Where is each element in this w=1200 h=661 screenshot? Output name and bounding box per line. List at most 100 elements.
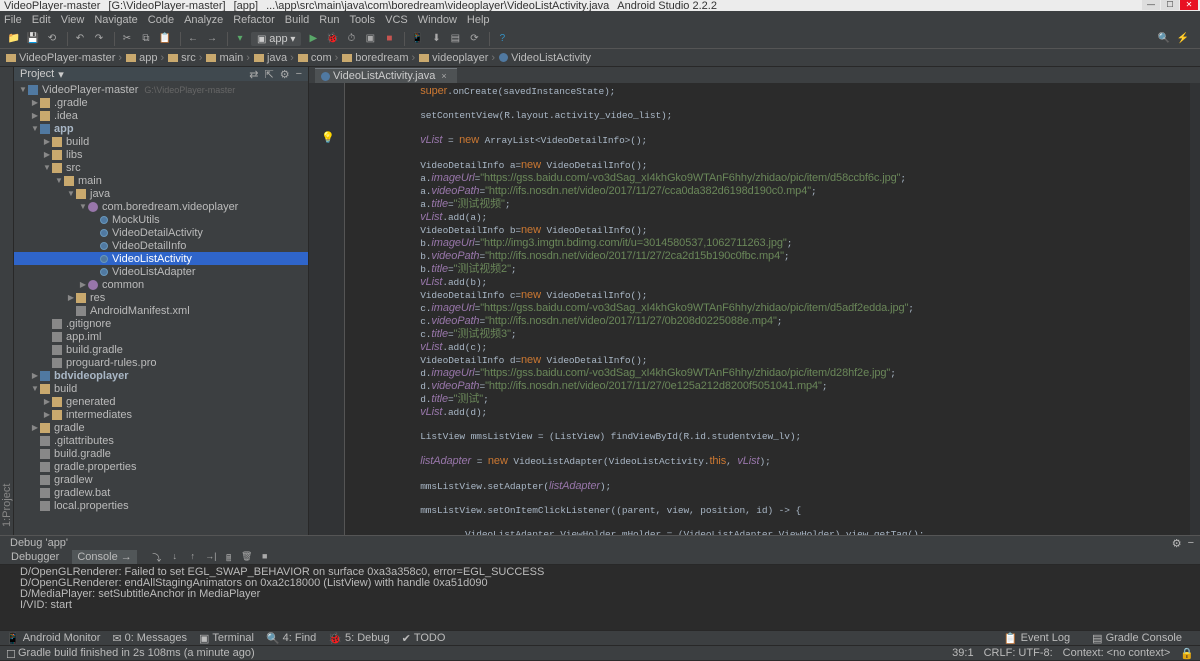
forward-icon[interactable]: →	[204, 31, 220, 47]
menu-run[interactable]: Run	[319, 14, 339, 26]
menu-file[interactable]: File	[4, 14, 22, 26]
tool-messages[interactable]: ✉0: Messages	[112, 632, 187, 645]
cut-icon[interactable]: ✂	[119, 31, 135, 47]
encoding-info[interactable]: CRLF: UTF-8:	[984, 647, 1053, 660]
avd-icon[interactable]: 📱	[409, 31, 425, 47]
debugger-tab[interactable]: Debugger	[6, 550, 64, 564]
tree-item-videodetailactivity[interactable]: VideoDetailActivity	[14, 226, 308, 239]
intention-bulb-icon[interactable]: 💡	[321, 131, 335, 144]
tab-project[interactable]: 1:Project	[1, 71, 13, 527]
tree-item--gradle[interactable]: .gradle	[14, 96, 308, 109]
editor-tab[interactable]: VideoListActivity.java ×	[315, 68, 457, 83]
crumb-com[interactable]: com	[298, 52, 338, 64]
tree-item-build[interactable]: build	[14, 135, 308, 148]
tree-item-build[interactable]: build	[14, 382, 308, 395]
evaluate-icon[interactable]: 🖩	[223, 551, 235, 563]
tree-item-common[interactable]: common	[14, 278, 308, 291]
caret-position[interactable]: 39:1	[952, 647, 973, 660]
tree-item--gitattributes[interactable]: .gitattributes	[14, 434, 308, 447]
tree-item-intermediates[interactable]: intermediates	[14, 408, 308, 421]
crumb-app[interactable]: app	[126, 52, 164, 64]
run-to-cursor-icon[interactable]: →|	[205, 551, 217, 563]
context-info[interactable]: Context: <no context>	[1063, 647, 1171, 660]
step-over-icon[interactable]: ⤵	[151, 551, 163, 563]
tool-terminal[interactable]: ▣Terminal	[199, 632, 254, 645]
tool-event-log[interactable]: 📋Event Log	[1004, 632, 1070, 645]
lock-icon[interactable]: 🔒	[1180, 647, 1194, 660]
crumb-java[interactable]: java	[254, 52, 294, 64]
menu-analyze[interactable]: Analyze	[184, 14, 223, 26]
crumb-class[interactable]: VideoListActivity	[499, 52, 594, 64]
menu-tools[interactable]: Tools	[349, 14, 375, 26]
tree-item-app-iml[interactable]: app.iml	[14, 330, 308, 343]
search-icon[interactable]: 🔍	[1156, 31, 1172, 47]
tree-item-local-properties[interactable]: local.properties	[14, 499, 308, 512]
tree-item-androidmanifest-xml[interactable]: AndroidManifest.xml	[14, 304, 308, 317]
menu-code[interactable]: Code	[148, 14, 174, 26]
tree-item-libs[interactable]: libs	[14, 148, 308, 161]
crumb-src[interactable]: src	[168, 52, 202, 64]
crumb-main[interactable]: main	[206, 52, 250, 64]
tree-item-res[interactable]: res	[14, 291, 308, 304]
console-tab[interactable]: Console →	[72, 550, 136, 564]
menu-window[interactable]: Window	[418, 14, 457, 26]
hide-icon[interactable]: −	[296, 68, 302, 81]
tool-debug[interactable]: 🐞5: Debug	[328, 632, 389, 645]
tree-item-bdvideoplayer[interactable]: bdvideoplayer	[14, 369, 308, 382]
profile-icon[interactable]: ⏱	[343, 31, 359, 47]
code-editor[interactable]: super.onCreate(savedInstanceState); setC…	[345, 83, 1190, 535]
stop-debug-icon[interactable]: ■	[259, 551, 271, 563]
tree-item-main[interactable]: main	[14, 174, 308, 187]
sync-icon[interactable]: ⟳	[466, 31, 482, 47]
back-icon[interactable]: ←	[185, 31, 201, 47]
paste-icon[interactable]: 📋	[157, 31, 173, 47]
tree-item-build-gradle[interactable]: build.gradle	[14, 343, 308, 356]
filter-icon[interactable]: ⚡	[1175, 31, 1191, 47]
tree-item-app[interactable]: app	[14, 122, 308, 135]
tree-item-gradle-properties[interactable]: gradle.properties	[14, 460, 308, 473]
tree-item--gitignore[interactable]: .gitignore	[14, 317, 308, 330]
gear-icon[interactable]: ⚙	[280, 68, 290, 81]
tree-item-build-gradle[interactable]: build.gradle	[14, 447, 308, 460]
step-out-icon[interactable]: ↑	[187, 551, 199, 563]
debug-icon[interactable]: 🐞	[324, 31, 340, 47]
menu-build[interactable]: Build	[285, 14, 309, 26]
tree-item-videodetailinfo[interactable]: VideoDetailInfo	[14, 239, 308, 252]
menu-help[interactable]: Help	[467, 14, 490, 26]
panel-minus-icon[interactable]: −	[1188, 537, 1194, 550]
autoscroll-icon[interactable]: ⇄	[249, 68, 258, 81]
undo-icon[interactable]: ↶	[72, 31, 88, 47]
tree-item-generated[interactable]: generated	[14, 395, 308, 408]
step-into-icon[interactable]: ↓	[169, 551, 181, 563]
minimize-button[interactable]: —	[1142, 0, 1160, 10]
save-icon[interactable]: 💾	[25, 31, 41, 47]
tree-item--idea[interactable]: .idea	[14, 109, 308, 122]
panel-gear-icon[interactable]: ⚙	[1172, 537, 1182, 550]
tab-structure[interactable]: 7:Structure	[0, 71, 1, 527]
stop-icon[interactable]: ■	[381, 31, 397, 47]
menu-view[interactable]: View	[61, 14, 85, 26]
tree-item-gradlew-bat[interactable]: gradlew.bat	[14, 486, 308, 499]
tree-item-gradle[interactable]: gradle	[14, 421, 308, 434]
tool-todo[interactable]: ✔TODO	[402, 632, 446, 645]
close-tab-icon[interactable]: ×	[441, 71, 446, 81]
tree-item-mockutils[interactable]: MockUtils	[14, 213, 308, 226]
attach-icon[interactable]: ▣	[362, 31, 378, 47]
make-icon[interactable]: ▾	[232, 31, 248, 47]
help-icon[interactable]: ?	[494, 31, 510, 47]
trash-icon[interactable]: 🗑	[241, 551, 253, 563]
tree-item-gradlew[interactable]: gradlew	[14, 473, 308, 486]
tree-item-videolistadapter[interactable]: VideoListAdapter	[14, 265, 308, 278]
menu-navigate[interactable]: Navigate	[94, 14, 137, 26]
redo-icon[interactable]: ↷	[91, 31, 107, 47]
refresh-icon[interactable]: ⟲	[44, 31, 60, 47]
menu-refactor[interactable]: Refactor	[233, 14, 275, 26]
copy-icon[interactable]: ⧉	[138, 31, 154, 47]
tool-gradle-console[interactable]: ▤Gradle Console	[1092, 632, 1182, 645]
crumb-videoplayer[interactable]: videoplayer	[419, 52, 495, 64]
project-tree[interactable]: VideoPlayer-masterG:\VideoPlayer-master.…	[14, 81, 308, 535]
maximize-button[interactable]: ☐	[1161, 0, 1179, 10]
crumb-boredream[interactable]: boredream	[342, 52, 415, 64]
tree-item-src[interactable]: src	[14, 161, 308, 174]
tree-item-videoplayer-master[interactable]: VideoPlayer-masterG:\VideoPlayer-master	[14, 83, 308, 96]
